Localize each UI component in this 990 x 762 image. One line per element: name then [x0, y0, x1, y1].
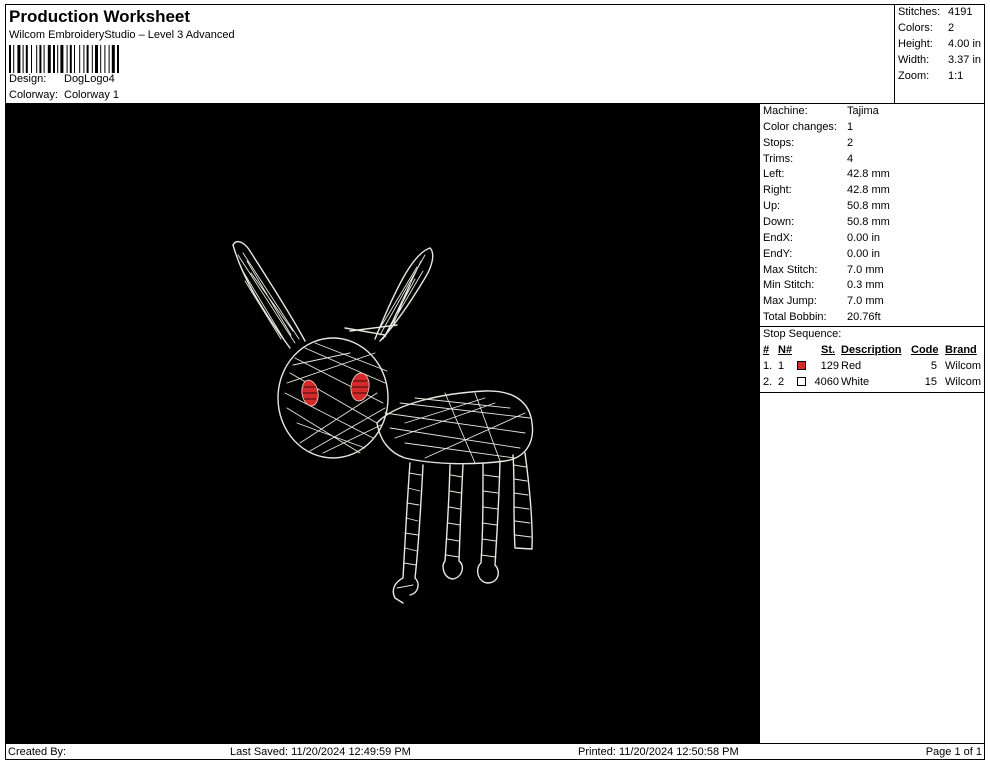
- col-code: Code: [911, 344, 939, 356]
- colorway-label: Colorway:: [9, 89, 58, 101]
- col-brand: Brand: [945, 344, 977, 356]
- info-min-stitch: Min Stitch: 0.3 mm: [763, 279, 884, 291]
- worksheet-footer: Created By: Last Saved: 11/20/2024 12:49…: [5, 743, 985, 760]
- color-swatch: [797, 361, 806, 370]
- front-left-leg: [392, 462, 424, 604]
- barcode-bar: [31, 45, 32, 73]
- color-swatch: [797, 377, 806, 386]
- back-left-leg: [476, 460, 501, 584]
- info-max-jump: Max Jump: 7.0 mm: [763, 295, 884, 307]
- info-color-changes: Color changes: 1: [763, 121, 854, 133]
- barcode-bar: [108, 45, 110, 73]
- stop-sequence-section: Stop Sequence: # N# St. Description Code…: [760, 326, 984, 388]
- barcode-bar: [117, 45, 119, 73]
- barcode-bar: [104, 45, 106, 73]
- info-trims: Trims: 4: [763, 153, 854, 165]
- page-number: Page 1 of 1: [925, 746, 982, 758]
- info-up: Up: 50.8 mm: [763, 200, 890, 212]
- summary-zoom: Zoom: 1:1: [898, 70, 964, 82]
- barcode-bar: [111, 45, 115, 73]
- info-endx: EndX: 0.00 in: [763, 232, 881, 244]
- info-machine: Machine: Tajima: [763, 105, 879, 117]
- front-left-leg-fill: [396, 472, 422, 589]
- divider: [760, 392, 984, 393]
- head-fill: [284, 342, 388, 454]
- dog-embroidery-design: [232, 241, 534, 604]
- barcode-bar: [17, 45, 21, 73]
- summary-width: Width: 3.37 in: [898, 54, 982, 66]
- software-subtitle: Wilcom EmbroideryStudio – Level 3 Advanc…: [9, 29, 235, 41]
- summary-box: Stitches: 4191 Colors: 2 Height: 4.00 in Wi…: [894, 4, 985, 104]
- col-description: Description: [841, 344, 902, 356]
- info-endy: EndY: 0.00 in: [763, 248, 881, 260]
- barcode-bar: [79, 45, 81, 73]
- barcode-bar: [74, 45, 75, 73]
- last-saved: Last Saved: 11/20/2024 12:49:59 PM: [230, 746, 411, 758]
- info-right: Right: 42.8 mm: [763, 184, 890, 196]
- summary-height: Height: 4.00 in: [898, 38, 982, 50]
- barcode-bar: [25, 45, 28, 73]
- barcode-bar: [47, 45, 51, 73]
- info-max-stitch: Max Stitch: 7.0 mm: [763, 264, 884, 276]
- barcode-bar: [95, 45, 98, 73]
- barcode-bar: [43, 45, 45, 73]
- stop-sequence-title: Stop Sequence:: [763, 328, 842, 340]
- printed-date: Printed: 11/20/2024 12:50:58 PM: [578, 746, 739, 758]
- created-by: Created By:: [8, 746, 67, 758]
- info-left: Left: 42.8 mm: [763, 168, 890, 180]
- barcode-bar: [60, 45, 64, 73]
- barcode-bar: [22, 45, 24, 73]
- left-ear-fill: [237, 252, 300, 344]
- summary-stitches: Stitches: 4191: [898, 6, 973, 18]
- info-down: Down: 50.8 mm: [763, 216, 890, 228]
- left-ear-outline: [232, 241, 306, 342]
- barcode-bar: [36, 45, 38, 73]
- summary-colors: Colors: 2: [898, 22, 955, 34]
- colorway-value: Colorway 1: [64, 89, 120, 101]
- info-total-bobbin: Total Bobbin: 20.76ft: [763, 311, 881, 323]
- barcode-bar: [53, 45, 55, 73]
- machine-info-panel: Machine: Tajima Color changes: 1 Stops: 2 T…: [759, 103, 985, 744]
- back-right-leg: [512, 452, 533, 550]
- barcode-bar: [83, 45, 85, 73]
- page-title: Production Worksheet: [9, 7, 191, 26]
- barcode-bar: [69, 45, 72, 73]
- barcode-bar: [13, 45, 15, 73]
- barcode-bar: [57, 45, 59, 73]
- barcode-bar: [66, 45, 68, 73]
- barcode-bar: [86, 45, 89, 73]
- design-preview-canvas[interactable]: [5, 103, 760, 744]
- body-fill: [384, 392, 531, 464]
- barcode-bar: [91, 45, 93, 73]
- worksheet-header: Production Worksheet Wilcom EmbroiderySt…: [5, 4, 895, 104]
- barcode-bar: [39, 45, 42, 73]
- col-num: #: [763, 344, 770, 356]
- col-stitches: St.: [821, 344, 836, 356]
- col-needle: N#: [778, 344, 793, 356]
- barcode: [9, 45, 119, 73]
- design-value: DogLogo4: [64, 73, 115, 85]
- barcode-bar: [9, 45, 11, 73]
- front-right-leg: [442, 464, 464, 580]
- info-stops: Stops: 2: [763, 137, 854, 149]
- design-label: Design:: [9, 73, 47, 85]
- barcode-bar: [100, 45, 102, 73]
